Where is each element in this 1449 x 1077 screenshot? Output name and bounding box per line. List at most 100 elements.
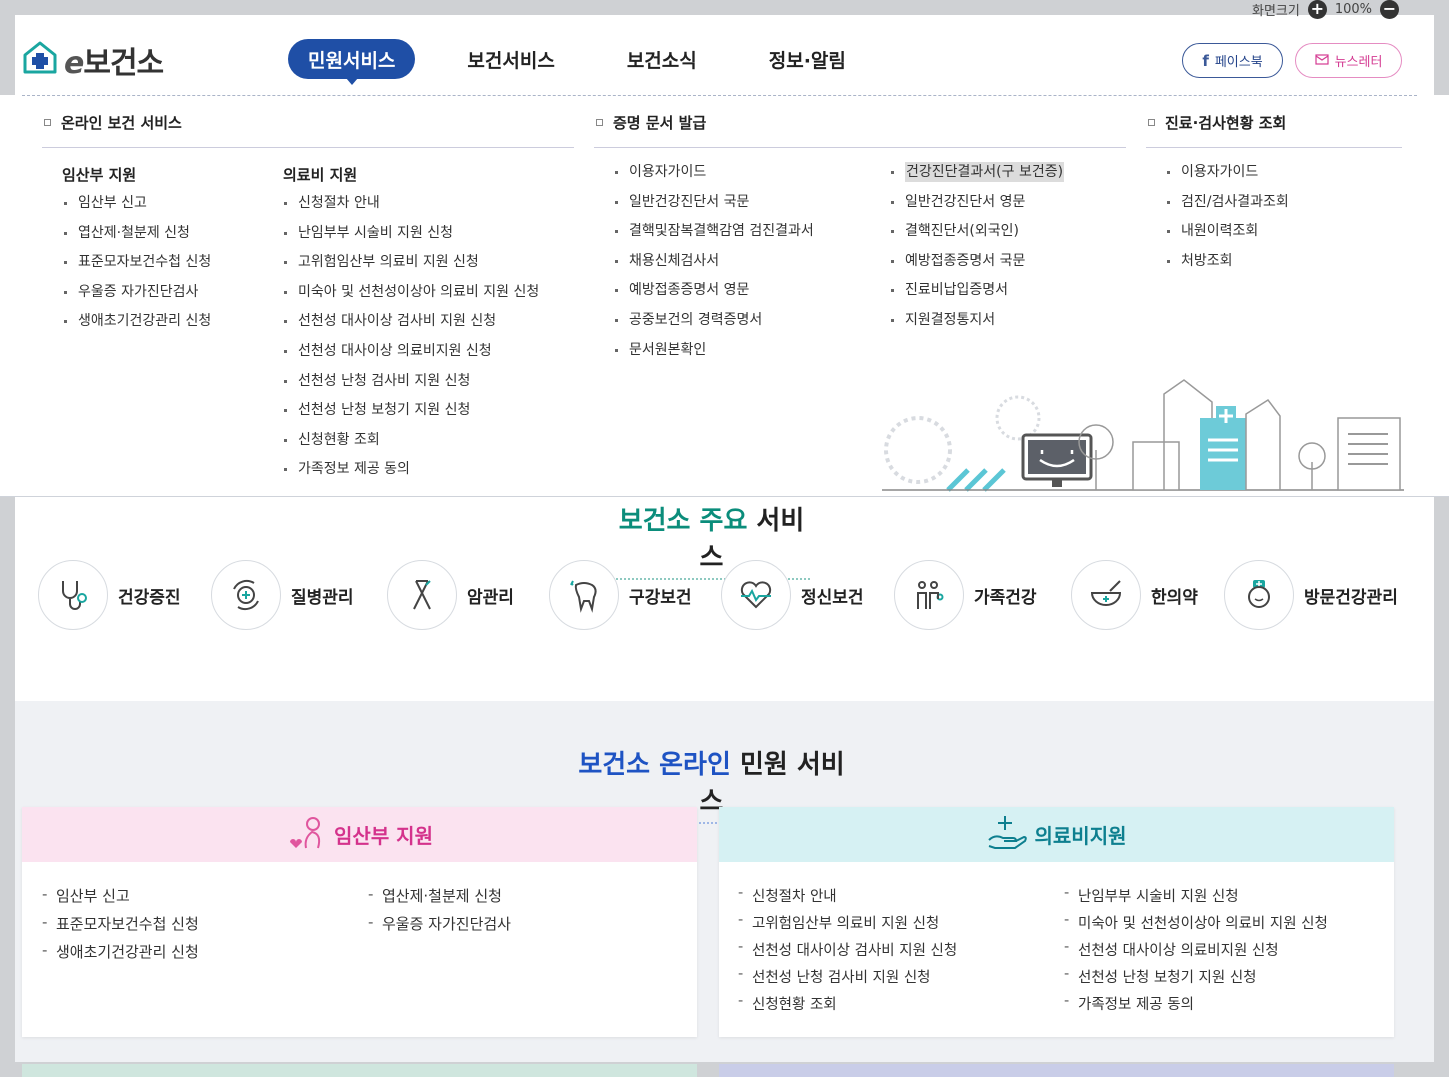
nav-news[interactable]: 보건소식 [607, 39, 717, 79]
list-item[interactable]: 생애초기건강관리 신청 [42, 941, 199, 969]
list-item[interactable]: 채용신체검사서 [613, 251, 814, 281]
mega-inquiry-list: 이용자가이드 검진/검사결과조회 내원이력조회 처방조회 [1165, 162, 1289, 280]
list-item[interactable]: 지원결정통지서 [889, 310, 1064, 340]
card-pregnancy-header[interactable]: 임산부 지원 [22, 807, 697, 862]
list-item[interactable]: 가족정보 제공 동의 [1064, 993, 1328, 1020]
site-logo[interactable]: e보건소 [22, 38, 164, 82]
list-item[interactable]: 검진/검사결과조회 [1165, 192, 1289, 222]
nav-health-service[interactable]: 보건서비스 [447, 39, 574, 79]
service-cancer[interactable]: 암관리 [387, 560, 514, 630]
list-item[interactable]: 엽산제·철분제 신청 [62, 223, 211, 253]
list-item[interactable]: 고위험임산부 의료비 지원 신청 [282, 252, 539, 282]
mega-col2-divider [594, 147, 1126, 148]
logo-icon [22, 40, 58, 80]
nav-info[interactable]: 정보·알림 [749, 39, 866, 79]
service-korean-medicine[interactable]: 한의약 [1071, 560, 1198, 630]
mega-doc-list-right: 건강진단결과서(구 보건증) 일반건강진단서 영문 결핵진단서(외국인) 예방접… [889, 162, 1065, 340]
mega-doc-list-left: 이용자가이드 일반건강진단서 국문 결핵및잠복결핵감염 검진결과서 채용신체검사… [613, 162, 814, 369]
list-item[interactable]: 선천성 대사이상 의료비지원 신청 [1064, 939, 1328, 966]
list-item[interactable]: 결핵진단서(외국인) [889, 221, 1064, 251]
list-item-hovered[interactable]: 건강진단결과서(구 보건증) [889, 162, 1065, 192]
zoom-out-button[interactable]: − [1380, 0, 1399, 19]
list-item[interactable]: 난임부부 시술비 지원 신청 [282, 223, 539, 253]
service-family[interactable]: 가족건강 [894, 560, 1037, 630]
heart-pulse-icon [721, 560, 791, 630]
mega-col1-divider [42, 147, 574, 148]
list-item[interactable]: 임산부 신고 [42, 885, 199, 913]
list-item[interactable]: 일반건강진단서 국문 [613, 192, 814, 222]
header-divider [22, 95, 1417, 96]
list-item[interactable]: 일반건강진단서 영문 [889, 192, 1064, 222]
pregnant-woman-icon [286, 812, 326, 857]
logo-text: e보건소 [64, 46, 164, 81]
service-mental[interactable]: 정신보건 [721, 560, 864, 630]
main-nav: 민원서비스 보건서비스 보건소식 정보·알림 [288, 39, 898, 85]
service-oral[interactable]: 구강보건 [549, 560, 692, 630]
list-item[interactable]: 표준모자보건수첩 신청 [42, 913, 199, 941]
list-item[interactable]: 이용자가이드 [613, 162, 814, 192]
list-item[interactable]: 신청절차 안내 [282, 193, 539, 223]
list-item[interactable]: 고위험임산부 의료비 지원 신청 [738, 912, 957, 939]
facebook-button[interactable]: f 페이스북 [1182, 43, 1283, 78]
list-item[interactable]: 이용자가이드 [1165, 162, 1289, 192]
card-pregnancy-list-right: 엽산제·철분제 신청 우울증 자가진단검사 [368, 885, 511, 941]
service-disease[interactable]: 질병관리 [211, 560, 354, 630]
list-item[interactable]: 처방조회 [1165, 251, 1289, 281]
service-home-visit[interactable]: 방문건강관리 [1224, 560, 1398, 630]
mega-col3-title[interactable]: 진료·검사현황 조회 [1148, 112, 1286, 133]
facebook-icon: f [1202, 51, 1209, 70]
list-item[interactable]: 신청현황 조회 [738, 993, 957, 1020]
zoom-in-button[interactable]: + [1307, 0, 1327, 19]
next-card-stub [22, 1064, 697, 1077]
zoom-bar: 화면크기 + 100% − [1251, 0, 1399, 19]
card-medical-header[interactable]: 의료비지원 [719, 807, 1394, 862]
mega-med-title[interactable]: 의료비 지원 [283, 164, 357, 185]
list-item[interactable]: 예방접종증명서 국문 [889, 251, 1064, 281]
list-item[interactable]: 생애초기건강관리 신청 [62, 311, 211, 341]
list-item[interactable]: 임산부 신고 [62, 193, 211, 223]
list-item[interactable]: 내원이력조회 [1165, 221, 1289, 251]
list-item[interactable]: 선천성 난청 보청기 지원 신청 [282, 400, 539, 430]
service-health-promotion[interactable]: 건강증진 [38, 560, 181, 630]
list-item[interactable]: 선천성 난청 검사비 지원 신청 [738, 966, 957, 993]
list-item[interactable]: 우울증 자가진단검사 [368, 913, 511, 941]
list-item[interactable]: 선천성 난청 검사비 지원 신청 [282, 371, 539, 401]
zoom-label: 화면크기 [1251, 3, 1300, 19]
nurse-icon [1224, 560, 1294, 630]
herbal-bowl-icon [1071, 560, 1141, 630]
list-item[interactable]: 신청절차 안내 [738, 885, 957, 912]
list-item[interactable]: 선천성 대사이상 의료비지원 신청 [282, 341, 539, 371]
list-item[interactable]: 신청현황 조회 [282, 430, 539, 460]
family-icon [894, 560, 964, 630]
mega-col1-title[interactable]: 온라인 보건 서비스 [44, 112, 182, 133]
mega-med-list: 신청절차 안내 난임부부 시술비 지원 신청 고위험임산부 의료비 지원 신청 … [282, 193, 539, 489]
newsletter-icon [1314, 53, 1329, 69]
list-item[interactable]: 결핵및잠복결핵감염 검진결과서 [613, 221, 814, 251]
next-card-stub [719, 1064, 1394, 1077]
list-item[interactable]: 진료비납입증명서 [889, 280, 1064, 310]
list-item[interactable]: 선천성 난청 보청기 지원 신청 [1064, 966, 1328, 993]
list-item[interactable]: 난임부부 시술비 지원 신청 [1064, 885, 1328, 912]
list-item[interactable]: 미숙아 및 선천성이상아 의료비 지원 신청 [1064, 912, 1328, 939]
mega-col2-title[interactable]: 증명 문서 발급 [596, 112, 706, 133]
newsletter-button[interactable]: 뉴스레터 [1295, 43, 1402, 78]
list-item[interactable]: 표준모자보건수첩 신청 [62, 252, 211, 282]
tooth-icon [549, 560, 619, 630]
list-item[interactable]: 가족정보 제공 동의 [282, 459, 539, 489]
list-item[interactable]: 문서원본확인 [613, 340, 814, 370]
mega-col3-divider [1146, 147, 1402, 148]
card-medical-support: 의료비지원 신청절차 안내 고위험임산부 의료비 지원 신청 선천성 대사이상 … [719, 807, 1394, 1037]
nav-minwon[interactable]: 민원서비스 [288, 39, 416, 85]
list-item[interactable]: 공중보건의 경력증명서 [613, 310, 814, 340]
ribbon-icon [387, 560, 457, 630]
virus-icon [211, 560, 281, 630]
list-item[interactable]: 엽산제·철분제 신청 [368, 885, 511, 913]
mega-preg-list: 임산부 신고 엽산제·철분제 신청 표준모자보건수첩 신청 우울증 자가진단검사… [62, 193, 211, 341]
list-item[interactable]: 선천성 대사이상 검사비 지원 신청 [738, 939, 957, 966]
list-item[interactable]: 선천성 대사이상 검사비 지원 신청 [282, 311, 539, 341]
card-medical-list-right: 난임부부 시술비 지원 신청 미숙아 및 선천성이상아 의료비 지원 신청 선천… [1064, 885, 1328, 1020]
list-item[interactable]: 미숙아 및 선천성이상아 의료비 지원 신청 [282, 282, 539, 312]
list-item[interactable]: 우울증 자가진단검사 [62, 282, 211, 312]
list-item[interactable]: 예방접종증명서 영문 [613, 280, 814, 310]
mega-preg-title[interactable]: 임산부 지원 [62, 164, 136, 185]
